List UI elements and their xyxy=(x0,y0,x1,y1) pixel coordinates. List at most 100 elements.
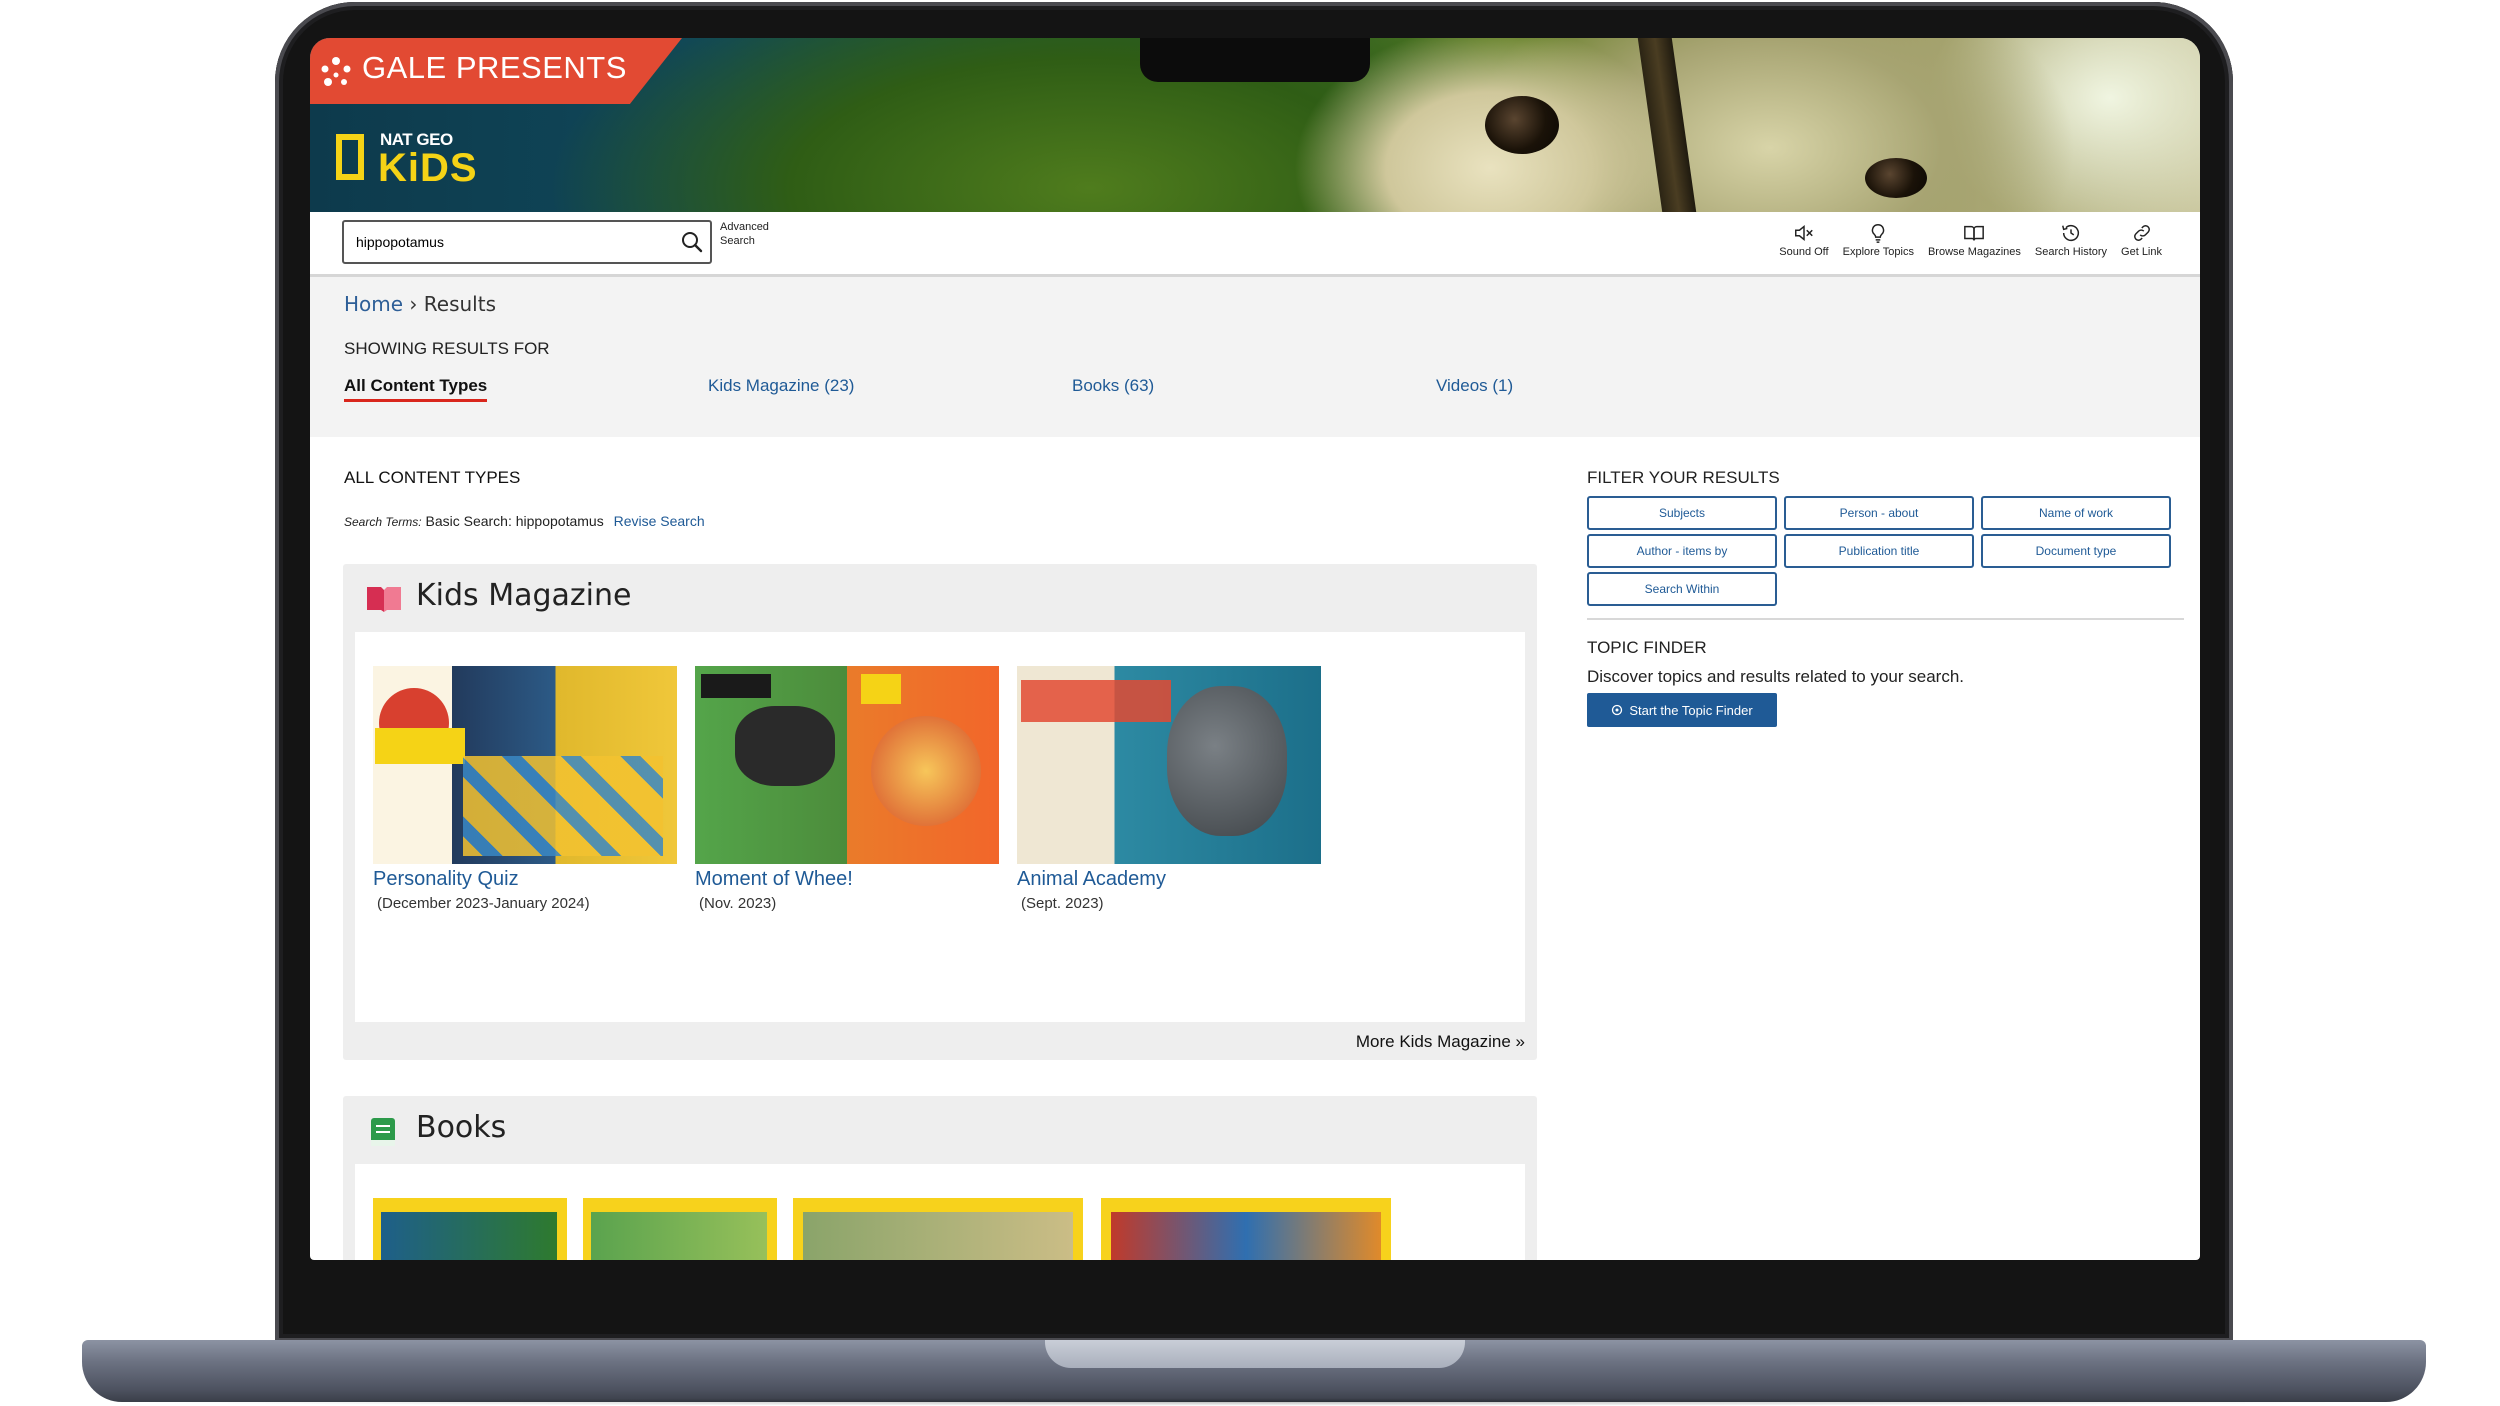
breadcrumb: Home › Results xyxy=(344,292,496,316)
tab-videos[interactable]: Videos (1) xyxy=(1436,376,1513,396)
quiz-chart-image xyxy=(463,756,663,856)
filter-search-within-button[interactable]: Search Within xyxy=(1587,572,1777,606)
laptop-opening-lip xyxy=(1045,1340,1465,1368)
sound-off-button[interactable]: Sound Off xyxy=(1779,222,1829,258)
filter-name-of-work-button[interactable]: Name of work xyxy=(1981,496,2171,530)
filter-subjects-button[interactable]: Subjects xyxy=(1587,496,1777,530)
breadcrumb-current: Results xyxy=(423,292,496,316)
book-cover-thumbnail[interactable] xyxy=(793,1198,1083,1260)
laptop-shadow xyxy=(90,1398,2420,1406)
book-cover-thumbnail[interactable] xyxy=(583,1198,777,1260)
natgeo-kids-logo[interactable]: NAT GEO KiDS xyxy=(336,130,486,200)
filter-document-type-button[interactable]: Document type xyxy=(1981,534,2171,568)
book-icon xyxy=(371,1118,395,1146)
gale-presents-tag[interactable]: GALE PRESENTS xyxy=(310,38,682,104)
book-cover-thumbnail[interactable] xyxy=(1101,1198,1391,1260)
magazine-card-date: (December 2023-January 2024) xyxy=(377,895,590,912)
magazine-card-title[interactable]: Moment of Whee! xyxy=(695,868,999,891)
tab-kids-magazine[interactable]: Kids Magazine (23) xyxy=(708,376,854,396)
speaker-mute-icon xyxy=(1794,225,1813,241)
search-terms-type: Basic Search: xyxy=(425,513,512,529)
book-cover-image xyxy=(591,1212,767,1260)
search-terms-value: hippopotamus xyxy=(515,513,604,529)
magazine-card[interactable]: Animal Academy (Sept. 2023) xyxy=(1017,666,1321,912)
magazine-card[interactable]: Moment of Whee! (Nov. 2023) xyxy=(695,666,999,912)
browse-magazines-label: Browse Magazines xyxy=(1927,246,2021,258)
book-cover-image xyxy=(803,1212,1073,1260)
logo-kids-text: KiDS xyxy=(378,146,478,190)
start-topic-finder-button[interactable]: Start the Topic Finder xyxy=(1587,693,1777,727)
search-history-label: Search History xyxy=(2034,246,2108,258)
topic-finder-description: Discover topics and results related to y… xyxy=(1587,667,1965,686)
search-icon xyxy=(682,232,703,253)
monkey-eye-image xyxy=(1485,96,1559,154)
kids-magazine-title: Kids Magazine xyxy=(416,578,632,613)
kids-magazine-results: Personality Quiz (December 2023-January … xyxy=(355,632,1525,1022)
results-heading: ALL CONTENT TYPES xyxy=(344,468,521,487)
breadcrumb-separator: › xyxy=(409,292,418,316)
browse-magazines-button[interactable]: Browse Magazines xyxy=(1928,222,2021,258)
book-cover-thumbnail[interactable] xyxy=(373,1198,567,1260)
magazine-card-date: (Nov. 2023) xyxy=(699,895,777,912)
lightbulb-icon xyxy=(1872,224,1885,243)
search-terms-label: Search Terms: xyxy=(344,515,422,529)
book-cover-image xyxy=(1111,1212,1381,1260)
book-cover-image xyxy=(381,1212,557,1260)
quiz-banner-image xyxy=(375,728,465,764)
magazine-card[interactable]: Personality Quiz (December 2023-January … xyxy=(373,666,677,912)
tab-books[interactable]: Books (63) xyxy=(1072,376,1154,396)
tab-all-content-types[interactable]: All Content Types xyxy=(344,376,488,402)
search-history-button[interactable]: Search History xyxy=(2035,222,2107,258)
search-terms-line: Search Terms: Basic Search: hippopotamus… xyxy=(344,513,705,529)
monkey-eye-image xyxy=(1865,158,1927,198)
academy-title-image xyxy=(1021,680,1171,722)
search-input[interactable] xyxy=(344,223,674,261)
filter-author-button[interactable]: Author - items by xyxy=(1587,534,1777,568)
sound-off-label: Sound Off xyxy=(1779,246,1829,258)
open-book-icon xyxy=(1964,225,1985,241)
animal-academy-thumbnail[interactable] xyxy=(1017,666,1321,864)
advanced-search-link[interactable]: Advanced Search xyxy=(720,220,780,248)
search-toolbar: Advanced Search Sound Off Explore Topics xyxy=(310,212,2200,277)
camera-notch xyxy=(1140,38,1370,82)
tool-links: Sound Off Explore Topics Browse Magazine… xyxy=(1779,222,2162,258)
filter-publication-title-button[interactable]: Publication title xyxy=(1784,534,1974,568)
whee-title-image xyxy=(701,674,771,698)
link-icon xyxy=(2133,225,2150,241)
filter-person-about-button[interactable]: Person - about xyxy=(1784,496,1974,530)
results-header-area: Home › Results SHOWING RESULTS FOR All C… xyxy=(310,277,2200,437)
books-title: Books xyxy=(416,1110,507,1145)
explore-topics-button[interactable]: Explore Topics xyxy=(1843,222,1914,258)
search-button[interactable] xyxy=(674,224,710,260)
natgeo-yellow-border-icon xyxy=(336,134,364,180)
whee-badge-image xyxy=(861,674,901,704)
filter-results-heading: FILTER YOUR RESULTS xyxy=(1587,468,1780,487)
explore-topics-label: Explore Topics xyxy=(1842,246,1914,258)
gale-logo-icon xyxy=(321,57,351,86)
personality-quiz-thumbnail[interactable] xyxy=(373,666,677,864)
breadcrumb-home-link[interactable]: Home xyxy=(344,292,403,316)
magazine-book-icon xyxy=(367,587,401,612)
history-icon xyxy=(2061,225,2079,242)
books-results xyxy=(355,1164,1525,1260)
get-link-button[interactable]: Get Link xyxy=(2121,222,2162,258)
magazine-card-title[interactable]: Animal Academy xyxy=(1017,868,1321,891)
topic-finder-heading: TOPIC FINDER xyxy=(1587,638,1707,657)
revise-search-link[interactable]: Revise Search xyxy=(614,513,705,529)
whee-animal-image xyxy=(735,706,835,786)
start-topic-finder-label: Start the Topic Finder xyxy=(1629,702,1753,718)
books-section: Books xyxy=(343,1096,1537,1260)
whee-pizza-image xyxy=(871,716,981,826)
moment-of-whee-thumbnail[interactable] xyxy=(695,666,999,864)
magazine-card-title[interactable]: Personality Quiz xyxy=(373,868,677,891)
showing-results-label: SHOWING RESULTS FOR xyxy=(344,339,550,358)
banner-branch-image xyxy=(1637,38,1697,212)
more-kids-magazine-link[interactable]: More Kids Magazine » xyxy=(1356,1032,1525,1052)
get-link-label: Get Link xyxy=(2121,246,2162,258)
magazine-card-date: (Sept. 2023) xyxy=(1021,895,1104,912)
magazine-card-list: Personality Quiz (December 2023-January … xyxy=(373,666,1321,912)
browser-screen: GALE PRESENTS NAT GEO KiDS Advanced Sear… xyxy=(310,38,2200,1260)
gale-presents-label: GALE PRESENTS xyxy=(362,50,627,85)
hippo-image xyxy=(1167,686,1287,836)
topic-finder-icon xyxy=(1612,704,1623,716)
